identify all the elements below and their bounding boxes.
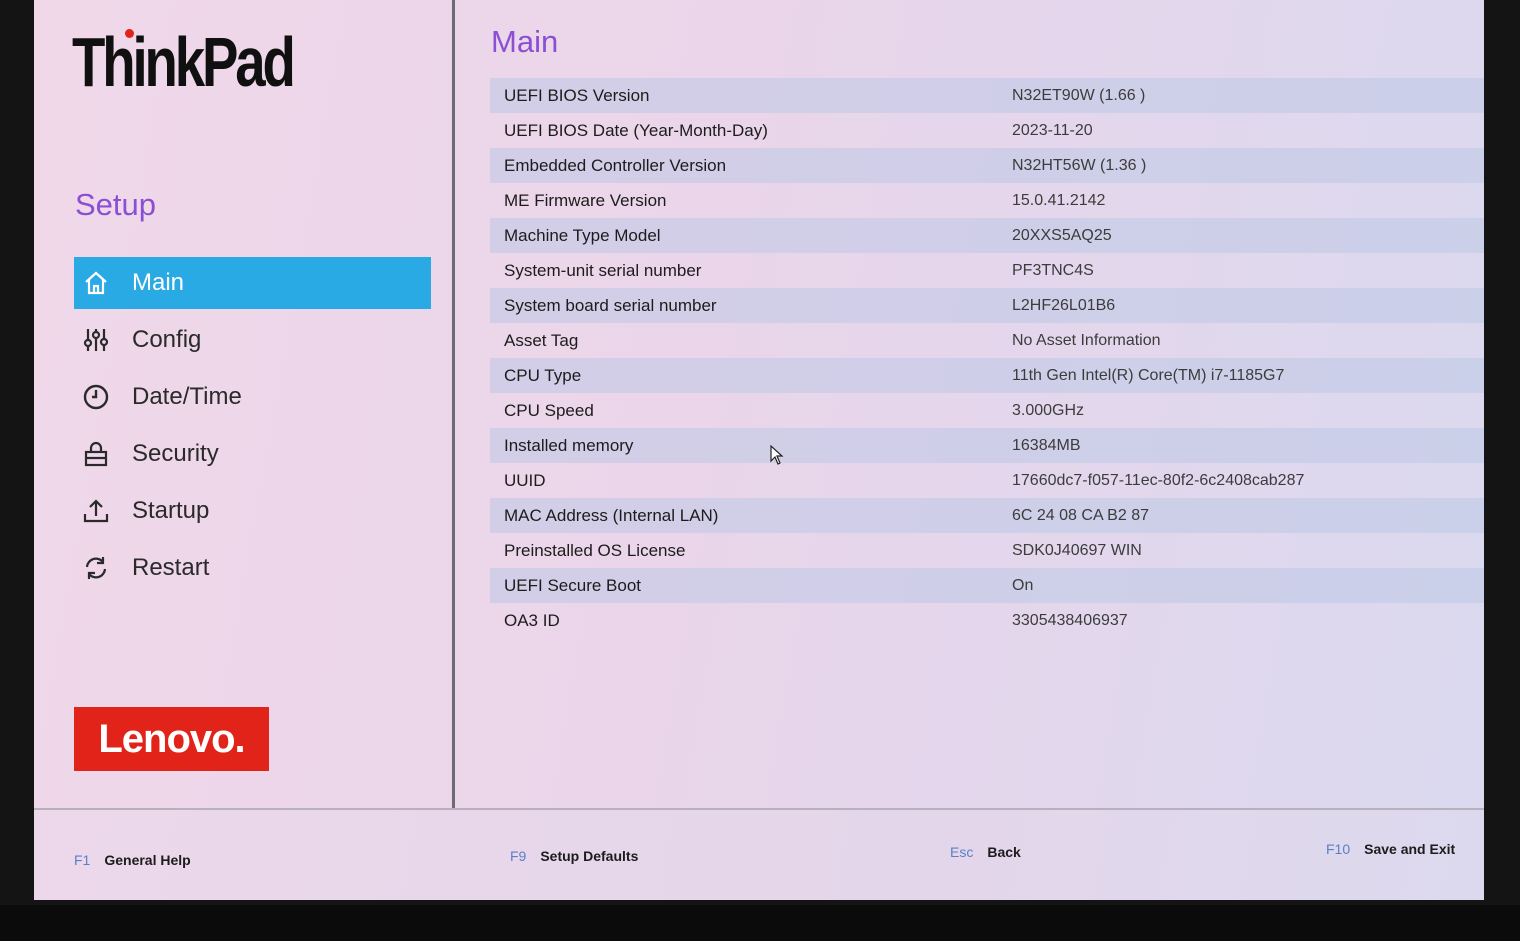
info-value: 16384MB [1012,436,1081,454]
info-row: Embedded Controller Version N32HT56W (1.… [490,148,1484,183]
action-general-help: General Help [104,852,191,868]
info-value: N32ET90W (1.66 ) [1012,86,1146,104]
info-row: Asset Tag No Asset Information [490,323,1484,358]
key-f10: F10 [1326,841,1351,857]
sidebar-item-label: Config [132,326,202,353]
info-value: On [1012,576,1034,594]
info-label: Installed memory [504,435,634,455]
info-row: System board serial number L2HF26L01B6 [490,288,1484,323]
info-row: Installed memory 16384MB [490,428,1484,463]
key-f9: F9 [510,848,527,864]
info-label: Machine Type Model [504,225,661,245]
clock-icon [81,382,111,412]
footer-f1-general-help[interactable]: F1 General Help [74,852,191,868]
key-esc: Esc [950,844,974,860]
info-value: 15.0.41.2142 [1012,191,1106,209]
page-title: Main [491,24,559,59]
bios-screen: ThinkPad Setup Main Config Date/Time Sec… [34,0,1484,900]
info-row: CPU Type 11th Gen Intel(R) Core(TM) i7-1… [490,358,1484,393]
sidebar-item-restart[interactable]: Restart [74,542,431,594]
sidebar-item-label: Date/Time [132,383,242,410]
info-row: OA3 ID 3305438406937 [490,603,1484,638]
info-label: System-unit serial number [504,260,702,280]
footer-esc-back[interactable]: Esc Back [950,844,1021,860]
sidebar-item-config[interactable]: Config [74,314,431,366]
info-row: UEFI BIOS Version N32ET90W (1.66 ) [490,78,1484,113]
info-value: 6C 24 08 CA B2 87 [1012,506,1149,524]
footer-f10-save-exit[interactable]: F10 Save and Exit [1326,841,1455,857]
sidebar-item-label: Security [132,440,219,467]
info-label: UUID [504,470,546,490]
info-label: UEFI BIOS Version [504,85,650,105]
sidebar-item-datetime[interactable]: Date/Time [74,371,431,423]
action-setup-defaults: Setup Defaults [540,848,639,864]
sidebar-item-label: Startup [132,497,210,524]
action-back: Back [987,844,1021,860]
sidebar-item-label: Main [132,269,185,296]
system-info-table: UEFI BIOS Version N32ET90W (1.66 ) UEFI … [490,78,1484,638]
sidebar-item-startup[interactable]: Startup [74,485,431,537]
info-label: Embedded Controller Version [504,155,727,175]
info-label: Asset Tag [504,330,579,350]
info-value: 3.000GHz [1012,401,1085,419]
info-value: 3305438406937 [1012,611,1128,629]
sidebar-item-main[interactable]: Main [74,257,431,309]
thinkpad-logo-dot [125,29,134,38]
info-value: 20XXS5AQ25 [1012,226,1112,244]
info-label: System board serial number [504,295,717,315]
footer-f9-setup-defaults[interactable]: F9 Setup Defaults [510,848,638,864]
info-value: PF3TNC4S [1012,261,1094,279]
sidebar: ThinkPad Setup Main Config Date/Time Sec… [34,0,455,808]
info-value: 2023-11-20 [1012,121,1093,139]
info-label: ME Firmware Version [504,190,667,210]
info-row-secure-boot[interactable]: UEFI Secure Boot On [490,568,1484,603]
sidebar-item-label: Restart [132,554,210,581]
refresh-icon [81,553,111,583]
setup-title: Setup [75,187,157,222]
info-label: Preinstalled OS License [504,540,686,560]
info-label: CPU Type [504,365,582,385]
footer-keybar: F1 General Help F9 Setup Defaults Esc Ba… [34,808,1484,900]
sliders-icon [81,325,111,355]
info-row: CPU Speed 3.000GHz [490,393,1484,428]
info-label: CPU Speed [504,400,594,420]
info-row: MAC Address (Internal LAN) 6C 24 08 CA B… [490,498,1484,533]
sidebar-item-security[interactable]: Security [74,428,431,480]
thinkpad-logo: ThinkPad [72,23,296,101]
info-value: L2HF26L01B6 [1012,296,1116,314]
info-label: UEFI BIOS Date (Year-Month-Day) [504,120,768,140]
info-row: UEFI BIOS Date (Year-Month-Day) 2023-11-… [490,113,1484,148]
lenovo-logo: Lenovo. [74,707,269,771]
info-row: UUID 17660dc7-f057-11ec-80f2-6c2408cab28… [490,463,1484,498]
info-label: UEFI Secure Boot [504,575,642,595]
info-label: MAC Address (Internal LAN) [504,505,719,525]
info-row: Machine Type Model 20XXS5AQ25 [490,218,1484,253]
upload-icon [81,496,111,526]
info-value: No Asset Information [1012,331,1161,349]
action-save-and-exit: Save and Exit [1364,841,1456,857]
info-label: OA3 ID [504,610,560,630]
lock-icon [81,439,111,469]
sidebar-nav: Main Config Date/Time Security Startup R… [74,257,431,599]
info-row: ME Firmware Version 15.0.41.2142 [490,183,1484,218]
mouse-pointer-icon [770,445,784,465]
home-icon [81,268,111,298]
key-f1: F1 [74,852,91,868]
info-value: 17660dc7-f057-11ec-80f2-6c2408cab287 [1012,471,1305,489]
monitor-bezel [0,905,1520,941]
info-row: Preinstalled OS License SDK0J40697 WIN [490,533,1484,568]
info-value: N32HT56W (1.36 ) [1012,156,1147,174]
info-value: SDK0J40697 WIN [1012,541,1142,559]
info-row: System-unit serial number PF3TNC4S [490,253,1484,288]
info-value: 11th Gen Intel(R) Core(TM) i7-1185G7 [1012,366,1285,384]
